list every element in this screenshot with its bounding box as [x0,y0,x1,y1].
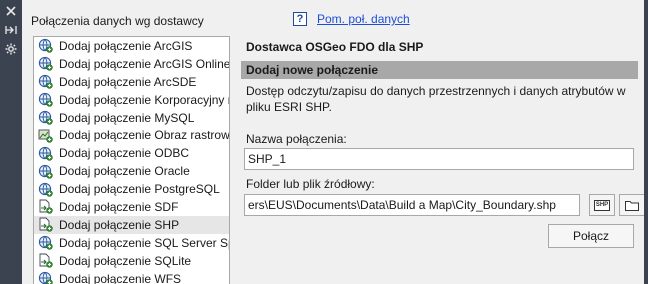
provider-item[interactable]: Dodaj połączenie SDF [34,198,229,216]
source-file-input[interactable] [244,194,580,216]
connection-name-input[interactable] [244,148,634,170]
provider-item[interactable]: Dodaj połączenie ArcGIS [34,37,229,55]
connection-name-label: Nazwa połączenia: [246,132,347,146]
providers-group-label: Połączenia danych wg dostawcy [31,14,204,28]
settings-icon[interactable] [4,42,18,56]
provider-item-label: Dodaj połączenie SQLite [59,253,192,268]
globe-icon [38,56,59,71]
help-link[interactable]: Pom. poł. danych [317,12,410,26]
globe-icon [38,92,59,107]
folder-icon [625,200,639,211]
provider-item-label: Dodaj połączenie SHP [59,217,180,232]
browse-shp-button[interactable]: SHP [589,194,615,216]
provider-item-label: Dodaj połączenie Obraz rastrowy [59,128,229,143]
section-header-new-connection: Dodaj nowe połączenie [241,61,638,79]
help-area: ? Pom. poł. danych [293,12,410,26]
globe-icon [38,235,59,250]
close-icon[interactable] [4,4,18,18]
provider-item[interactable]: Dodaj połączenie SHP [34,215,229,234]
provider-title: Dostawca OSGeo FDO dla SHP [246,40,424,54]
provider-item-label: Dodaj połączenie ArcGIS Online [59,56,229,71]
provider-item-label: Dodaj połączenie WFS [59,271,182,284]
provider-item[interactable]: Dodaj połączenie SQL Server Spa [34,234,229,252]
provider-item[interactable]: Dodaj połączenie SQLite [34,252,229,270]
file-arrow-icon [38,253,59,268]
globe-icon [38,271,59,284]
globe-icon [38,110,59,125]
source-file-label: Folder lub plik źródłowy: [246,177,375,191]
provider-item-label: Dodaj połączenie SDF [59,199,179,214]
file-arrow-icon [38,217,59,232]
provider-item[interactable]: Dodaj połączenie ODBC [34,144,229,162]
provider-item[interactable]: Dodaj połączenie PostgreSQL [34,180,229,198]
provider-item[interactable]: Dodaj połączenie ArcGIS Online [34,55,229,73]
provider-item[interactable]: Dodaj połączenie Korporacyjny r [34,91,229,109]
provider-list[interactable]: Dodaj połączenie ArcGIS Dodaj połączenie … [33,36,230,284]
provider-item[interactable]: Dodaj połączenie Obraz rastrowy [34,126,229,144]
globe-icon [38,74,59,89]
provider-item[interactable]: Dodaj połączenie ArcSDE [34,73,229,91]
pin-icon[interactable] [4,23,18,37]
provider-description: Dostęp odczytu/zapisu do danych przestrz… [246,84,626,114]
provider-item-label: Dodaj połączenie ArcSDE [59,74,197,89]
data-connect-panel: Połączenia danych wg dostawcy ? Pom. poł… [22,0,645,284]
globe-icon [38,146,59,161]
provider-item[interactable]: Dodaj połączenie MySQL [34,109,229,127]
help-icon[interactable]: ? [293,12,307,26]
provider-item-label: Dodaj połączenie Oracle [59,164,190,179]
globe-icon [38,38,59,54]
provider-item[interactable]: Dodaj połączenie Oracle [34,162,229,180]
provider-item-label: Dodaj połączenie ArcGIS [59,38,193,53]
data-connect-palette: Połączenia danych wg dostawcy ? Pom. poł… [0,0,648,284]
provider-item-label: Dodaj połączenie SQL Server Spa [59,235,229,250]
connect-button[interactable]: Połącz [548,224,634,248]
globe-icon [38,182,59,197]
browse-folder-button[interactable] [619,194,645,216]
raster-icon [38,128,59,143]
palette-title-strip [0,0,22,284]
provider-item-label: Dodaj połączenie ODBC [59,146,190,161]
provider-item-label: Dodaj połączenie PostgreSQL [59,182,220,197]
file-arrow-icon [38,199,59,215]
provider-item-label: Dodaj połączenie MySQL [59,110,195,125]
provider-item[interactable]: Dodaj połączenie WFS [34,270,229,284]
shp-file-icon: SHP [593,199,611,211]
globe-icon [38,164,59,179]
panel-right-edge [644,0,648,284]
provider-item-label: Dodaj połączenie Korporacyjny r [59,92,229,107]
